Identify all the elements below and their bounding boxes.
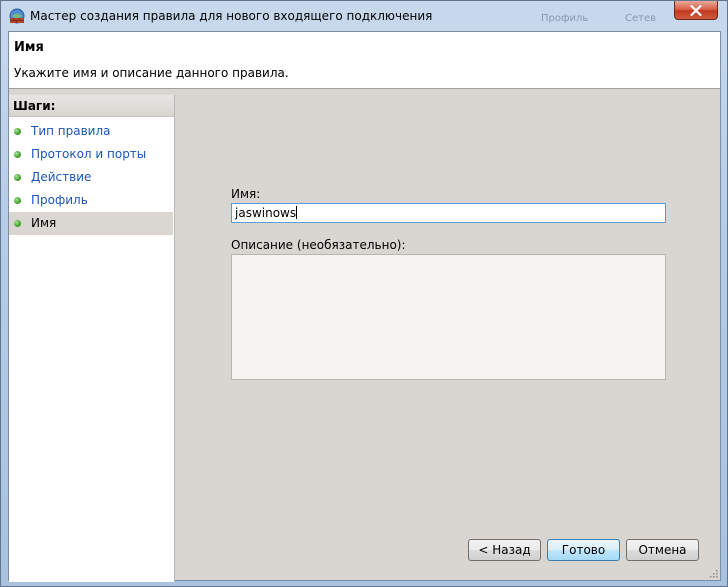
wizard-header: Имя Укажите имя и описание данного прави… (9, 32, 720, 89)
background-network-text: Сетев (625, 13, 657, 24)
wizard-window: Мастер создания правила для нового входя… (0, 0, 728, 587)
description-textarea[interactable] (231, 254, 666, 380)
step-status-icon (14, 128, 21, 135)
step-label: Тип правила (31, 124, 111, 138)
cancel-button[interactable]: Отмена (626, 539, 699, 561)
title-bar[interactable]: Мастер создания правила для нового входя… (1, 1, 727, 31)
step-action[interactable]: Действие (9, 166, 173, 189)
back-button[interactable]: < Назад (468, 539, 541, 561)
step-name[interactable]: Имя (9, 212, 173, 235)
name-input-value: jaswinows (235, 206, 297, 220)
firewall-app-icon (9, 8, 25, 24)
close-icon (690, 4, 702, 16)
step-status-icon (14, 151, 21, 158)
step-label: Профиль (31, 193, 88, 207)
name-label: Имя: (231, 187, 261, 201)
name-input[interactable]: jaswinows (231, 203, 666, 223)
step-status-icon (14, 197, 21, 204)
step-rule-type[interactable]: Тип правила (9, 120, 173, 143)
steps-sidebar: Шаги: Тип правила Протокол и порты Дейст… (9, 95, 175, 582)
text-caret (296, 206, 298, 219)
page-description: Укажите имя и описание данного правила. (14, 66, 289, 80)
step-profile[interactable]: Профиль (9, 189, 173, 212)
step-status-icon (14, 174, 21, 181)
step-status-icon (14, 220, 21, 227)
step-protocol-ports[interactable]: Протокол и порты (9, 143, 173, 166)
page-title: Имя (14, 40, 44, 55)
background-profile-text: Профиль (541, 13, 589, 24)
close-button[interactable] (674, 1, 718, 20)
steps-title: Шаги: (9, 95, 174, 117)
step-label: Протокол и порты (31, 147, 147, 161)
resize-grip-icon[interactable] (708, 568, 718, 578)
wizard-client-area: Имя Укажите имя и описание данного прави… (8, 31, 721, 582)
window-title: Мастер создания правила для нового входя… (30, 9, 433, 23)
step-label: Действие (31, 170, 92, 184)
finish-button[interactable]: Готово (547, 539, 620, 561)
description-label: Описание (необязательно): (231, 238, 406, 252)
step-label: Имя (31, 216, 57, 230)
